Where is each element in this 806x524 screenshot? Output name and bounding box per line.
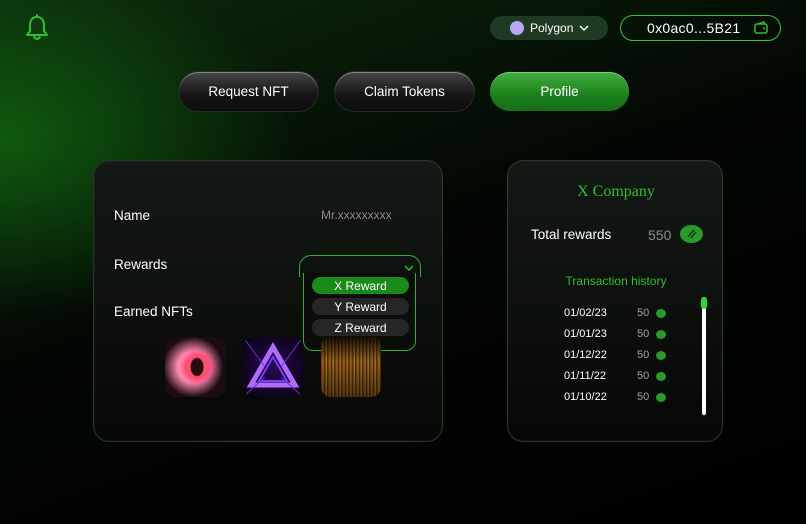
- chevron-down-icon: [404, 260, 414, 272]
- transaction-row: 01/11/22 50: [564, 370, 674, 384]
- total-rewards-value: 550: [648, 227, 672, 243]
- transaction-amount: 50: [637, 391, 650, 403]
- transaction-row: 01/02/23 50: [564, 307, 674, 321]
- nft-thumbnail[interactable]: [243, 337, 303, 397]
- transaction-history-title: Transaction history: [565, 274, 667, 288]
- coin-icon: [656, 309, 666, 318]
- rewards-label: Rewards: [114, 257, 168, 272]
- coin-icon: [656, 351, 666, 360]
- scrollbar-thumb[interactable]: [701, 297, 707, 309]
- nft-thumbnail[interactable]: [165, 337, 225, 397]
- company-name: X Company: [577, 183, 655, 200]
- transaction-amount: 50: [637, 370, 650, 382]
- network-selector[interactable]: Polygon: [490, 16, 608, 40]
- scrollbar-track[interactable]: [702, 297, 706, 415]
- coin-icon: [656, 393, 666, 402]
- chevron-down-icon: [578, 22, 590, 34]
- nft-thumbnail[interactable]: [321, 337, 381, 397]
- wallet-icon: [754, 21, 768, 35]
- network-label: Polygon: [530, 21, 574, 35]
- transaction-date: 01/10/22: [564, 391, 607, 403]
- transaction-row: 01/12/22 50: [564, 349, 674, 363]
- transaction-date: 01/11/22: [564, 370, 607, 382]
- transaction-amount: 50: [637, 328, 650, 340]
- wallet-address-button[interactable]: 0x0ac0...5B21: [620, 15, 781, 41]
- tab-claim-tokens[interactable]: Claim Tokens: [335, 72, 474, 111]
- earned-nfts-label: Earned NFTs: [114, 304, 193, 319]
- wallet-address: 0x0ac0...5B21: [647, 20, 741, 36]
- profile-card: Name Mr.xxxxxxxxx Rewards X Reward Y Rew…: [93, 160, 443, 442]
- reward-option-x[interactable]: X Reward: [312, 277, 409, 294]
- bell-icon[interactable]: [24, 14, 50, 42]
- total-rewards-label: Total rewards: [531, 227, 612, 242]
- reward-option-y[interactable]: Y Reward: [312, 298, 409, 315]
- transaction-date: 01/12/22: [564, 349, 607, 361]
- coin-icon: [656, 372, 666, 381]
- coin-icon: [680, 225, 703, 243]
- tab-request-nft[interactable]: Request NFT: [179, 72, 318, 111]
- coin-icon: [656, 330, 666, 339]
- transaction-row: 01/10/22 50: [564, 391, 674, 405]
- transaction-date: 01/01/23: [564, 328, 607, 340]
- name-label: Name: [114, 208, 151, 223]
- transaction-row: 01/01/23 50: [564, 328, 674, 342]
- name-value: Mr.xxxxxxxxx: [321, 208, 392, 222]
- polygon-icon: [510, 21, 524, 35]
- reward-option-z[interactable]: Z Reward: [312, 319, 409, 336]
- tab-profile[interactable]: Profile: [490, 72, 629, 111]
- transaction-amount: 50: [637, 349, 650, 361]
- company-card: X Company Total rewards 550 Transaction …: [507, 160, 723, 442]
- transaction-date: 01/02/23: [564, 307, 607, 319]
- transaction-amount: 50: [637, 307, 650, 319]
